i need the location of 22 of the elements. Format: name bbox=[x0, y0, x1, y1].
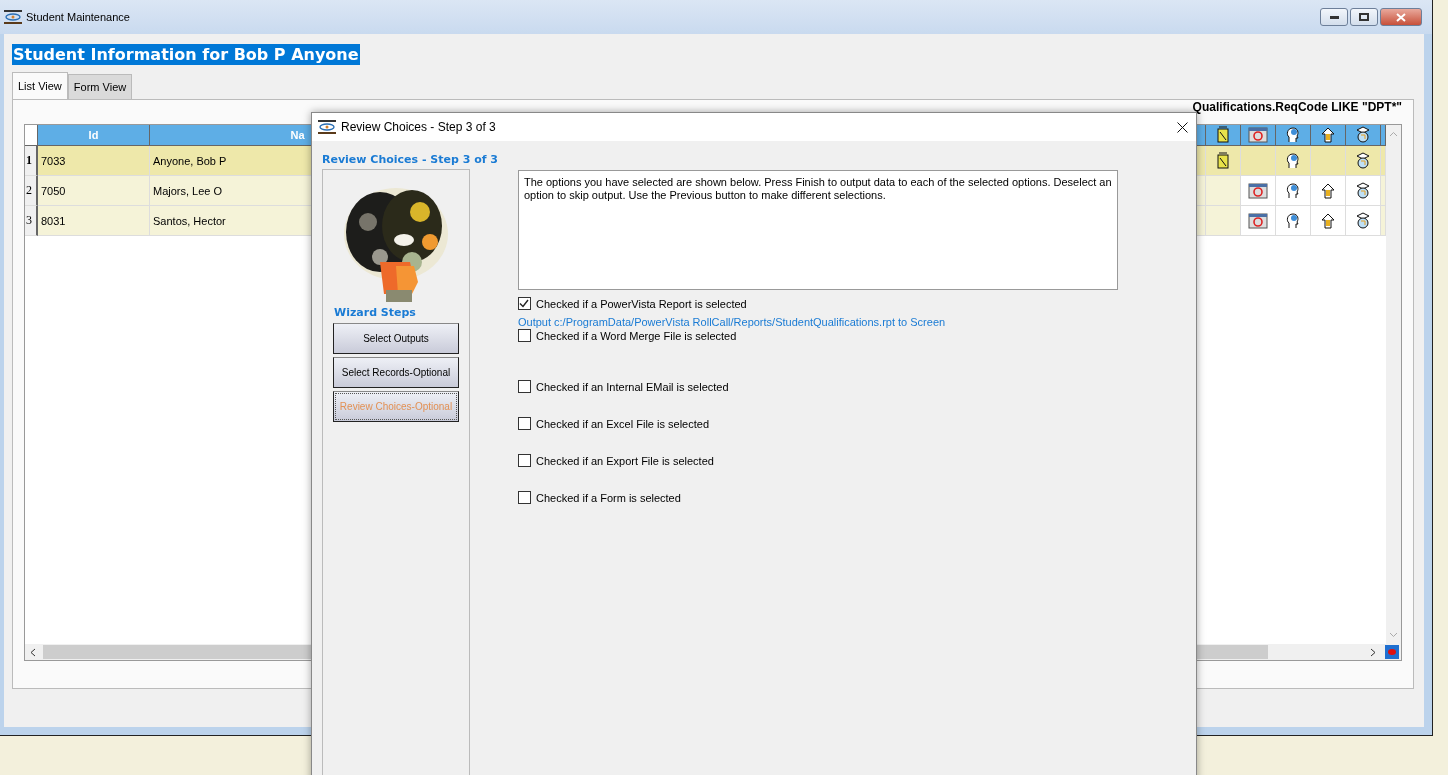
option-label[interactable]: Checked if a PowerVista Report is selected bbox=[535, 297, 747, 310]
page-heading: Student Information for Bob P Anyone bbox=[12, 44, 360, 65]
output-path: Output c:/ProgramData/PowerVista RollCall/Reports/StudentQualifications.rpt to Screen bbox=[517, 316, 947, 328]
step-button[interactable]: Select Outputs bbox=[333, 323, 459, 354]
search-filter: Qualifications.ReqCode LIKE "DPT*" bbox=[1192, 100, 1402, 116]
tab[interactable]: List View bbox=[12, 72, 68, 99]
step-button[interactable]: Select Records-Optional bbox=[333, 357, 459, 388]
option-label[interactable]: Checked if a Word Merge File is selected bbox=[535, 329, 737, 342]
table-cell: 8031 bbox=[38, 206, 150, 236]
table-cell: 7033 bbox=[38, 146, 150, 176]
steps-label: Wizard Steps bbox=[334, 306, 416, 319]
option-label[interactable]: Checked if an Excel File is selected bbox=[535, 417, 709, 430]
option-label[interactable]: Checked if an Internal EMail is selected bbox=[535, 380, 729, 393]
table-cell: 7050 bbox=[38, 176, 150, 206]
window-title: Student Maintenance bbox=[26, 11, 130, 23]
tab[interactable]: Form View bbox=[67, 74, 133, 99]
message-box: The options you have selected are shown below. Press Finish to output data to each of the selected options. Deselect an option to skip output. Use the Previous button to make different selections. bbox=[517, 170, 1118, 290]
row-number[interactable]: 3 bbox=[25, 206, 38, 236]
row-number[interactable]: 2 bbox=[25, 176, 38, 206]
option-label[interactable]: Checked if an Export File is selected bbox=[535, 454, 714, 467]
option-label[interactable]: Checked if a Form is selected bbox=[535, 491, 681, 504]
row-number[interactable]: 1 bbox=[25, 146, 38, 176]
